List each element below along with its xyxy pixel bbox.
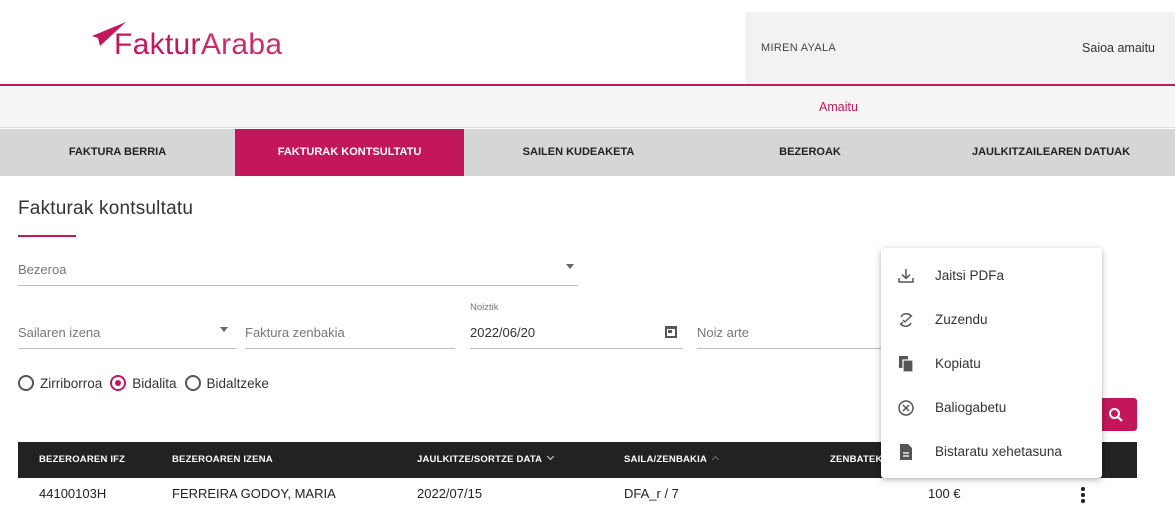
radio-label: Bidaltzeke — [206, 375, 269, 391]
menu-item-show-details[interactable]: Bistaratu xehetasuna — [881, 430, 1102, 474]
tab-fakturak-kontsultatu[interactable]: FAKTURAK KONTSULTATU — [235, 129, 464, 176]
title-underline — [18, 235, 76, 237]
cancel-circle-icon — [898, 400, 914, 416]
finish-bar: Amaitu — [0, 86, 1175, 128]
tab-sailen-kudeaketa[interactable]: SAILEN KUDEAKETA — [464, 129, 693, 176]
finish-link[interactable]: Amaitu — [819, 86, 858, 128]
status-radio-group: Zirriborroa Bidalita Bidaltzeke — [18, 375, 277, 391]
invoice-number-placeholder: Faktura zenbakia — [245, 325, 345, 340]
chevron-down-icon — [220, 327, 228, 332]
radio-zirriborroa[interactable]: Zirriborroa — [18, 375, 102, 391]
document-icon — [900, 444, 912, 460]
radio-circle[interactable] — [184, 375, 201, 391]
calendar-icon[interactable] — [665, 326, 677, 338]
page-title: Fakturak kontsultatu — [18, 198, 194, 219]
cell-amount: 100 € — [928, 486, 961, 501]
menu-item-label: Jaitsi PDFa — [935, 268, 1005, 283]
department-select[interactable]: Sailaren izena — [18, 313, 236, 349]
cell-ifz: 44100103H — [39, 486, 107, 501]
sync-icon — [899, 313, 913, 327]
radio-circle[interactable] — [110, 375, 127, 391]
menu-item-correct[interactable]: Zuzendu — [881, 298, 1102, 342]
menu-item-label: Zuzendu — [935, 312, 988, 327]
user-name: MIREN AYALA — [761, 42, 837, 54]
menu-item-label: Kopiatu — [935, 356, 981, 371]
to-date-placeholder: Noiz arte — [697, 325, 750, 340]
radio-circle[interactable] — [18, 375, 34, 391]
invoice-number-input[interactable]: Faktura zenbakia — [245, 313, 455, 349]
col-header-date[interactable]: JAULKITZE/SORTZE DATA — [417, 442, 555, 478]
col-header-date-label: JAULKITZE/SORTZE DATA — [417, 454, 543, 465]
cell-name: FERREIRA GODOY, MARIA — [172, 486, 336, 501]
from-date-value: 2022/06/20 — [470, 325, 536, 340]
tab-bezeroak[interactable]: BEZEROAK — [693, 129, 927, 176]
col-header-dept[interactable]: SAILA/ZENBAKIA — [624, 442, 720, 478]
user-area: MIREN AYALA Saioa amaitu — [745, 12, 1175, 84]
cell-date: 2022/07/15 — [417, 486, 483, 501]
client-placeholder: Bezeroa — [18, 262, 67, 277]
col-header-name[interactable]: BEZEROAREN IZENA — [172, 442, 273, 478]
col-header-dept-label: SAILA/ZENBAKIA — [624, 454, 708, 465]
cell-dept: DFA_r / 7 — [624, 486, 679, 501]
main-nav: FAKTURA BERRIA FAKTURAK KONTSULTATU SAIL… — [0, 129, 1175, 176]
to-date-input[interactable]: Noiz arte — [697, 313, 881, 349]
col-header-amount[interactable]: ZENBATEK — [830, 442, 883, 478]
table-row[interactable]: 44100103H FERREIRA GODOY, MARIA 2022/07/… — [18, 478, 1137, 509]
logo-area: FakturAraba — [0, 0, 745, 84]
department-placeholder: Sailaren izena — [18, 325, 101, 340]
client-select[interactable]: Bezeroa — [18, 250, 578, 286]
menu-item-download-pdf[interactable]: Jaitsi PDFa — [881, 254, 1102, 298]
radio-label: Zirriborroa — [40, 375, 103, 391]
brand-name-second: Araba — [200, 28, 283, 61]
brand-logo[interactable]: FakturAraba — [92, 22, 282, 68]
menu-item-copy[interactable]: Kopiatu — [881, 342, 1102, 386]
copy-icon — [899, 356, 914, 373]
app-header: FakturAraba MIREN AYALA Saioa amaitu — [0, 0, 1175, 86]
download-icon — [898, 269, 914, 283]
chevron-down-icon — [566, 264, 574, 269]
col-header-ifz[interactable]: BEZEROAREN IFZ — [39, 442, 125, 478]
logo-swoosh-icon — [92, 22, 126, 46]
tab-faktura-berria[interactable]: FAKTURA BERRIA — [0, 129, 235, 176]
search-icon — [1109, 408, 1123, 422]
more-vert-icon[interactable] — [1081, 487, 1085, 503]
sort-asc-icon — [711, 455, 720, 464]
menu-item-label: Bistaratu xehetasuna — [935, 444, 1062, 459]
radio-label: Bidalita — [132, 375, 177, 391]
tab-jaulkitzailearen-datuak[interactable]: JAULKITZAILEAREN DATUAK — [927, 129, 1175, 176]
radio-bidaltzeke[interactable]: Bidaltzeke — [184, 375, 269, 391]
from-date-label: Noiztik — [470, 302, 499, 313]
sort-desc-icon — [547, 452, 555, 461]
logout-link[interactable]: Saioa amaitu — [1082, 12, 1155, 84]
row-actions-menu: Jaitsi PDFa Zuzendu Kopiatu Baliogabetu — [881, 248, 1102, 478]
menu-item-label: Baliogabetu — [935, 400, 1007, 415]
menu-item-cancel[interactable]: Baliogabetu — [881, 386, 1102, 430]
from-date-input[interactable]: Noiztik 2022/06/20 — [470, 302, 683, 349]
radio-bidalita[interactable]: Bidalita — [110, 375, 177, 391]
